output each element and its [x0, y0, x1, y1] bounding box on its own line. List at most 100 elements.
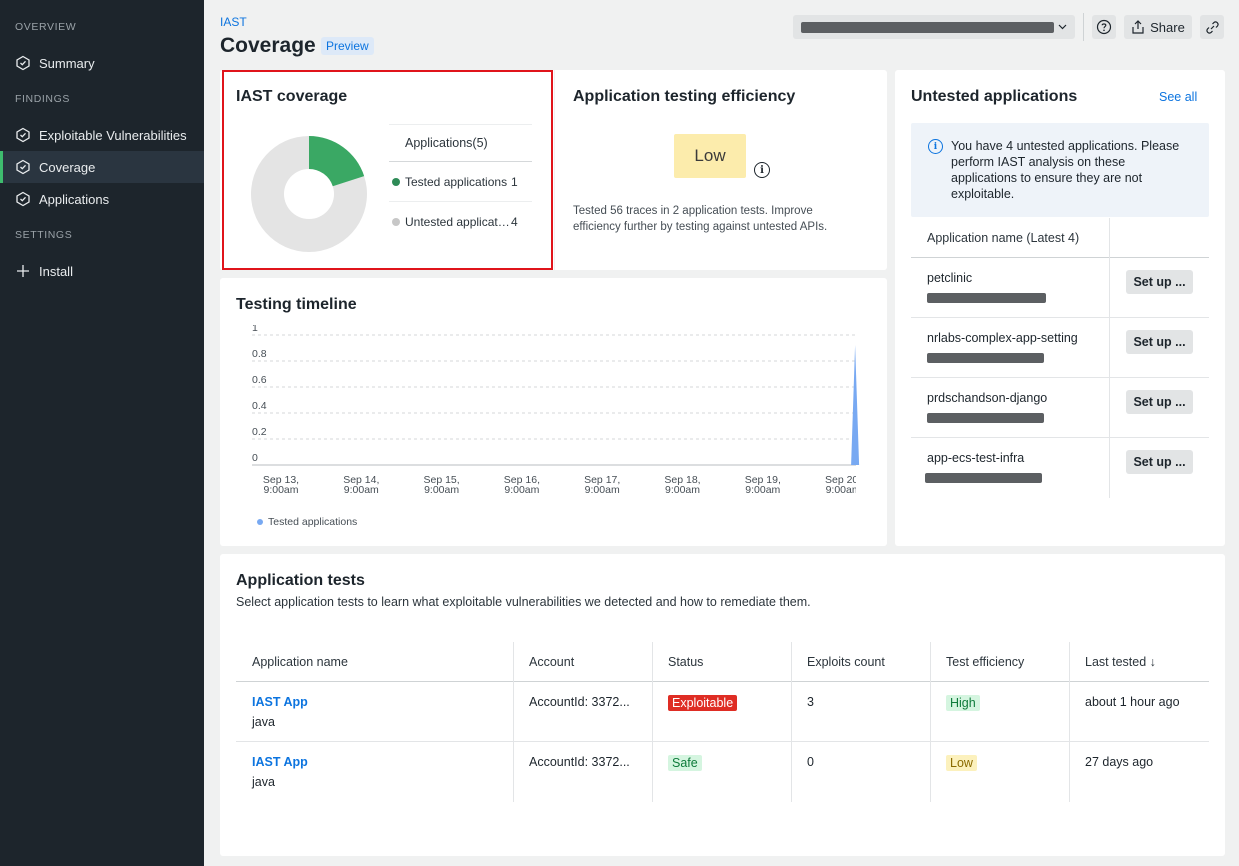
x-tick-label: Sep 20, 9:00am [825, 474, 861, 496]
legend-item-tested[interactable]: Tested applications 1 [389, 162, 532, 202]
sidebar-item-coverage[interactable]: Coverage [0, 151, 204, 183]
x-tick-label: Sep 18, 9:00am [664, 474, 700, 496]
app-name-link[interactable]: IAST App [252, 695, 308, 709]
column-divider [1069, 642, 1070, 802]
sidebar-item-applications[interactable]: Applications [0, 183, 204, 215]
y-tick-label: 0.2 [252, 426, 267, 438]
column-header-app-name: Application name (Latest 4) [927, 231, 1080, 245]
status-badge: Exploitable [668, 695, 738, 711]
account-id: AccountId: 3372... [529, 695, 630, 709]
column-header-last-tested[interactable]: Last tested ↓ [1085, 642, 1156, 682]
preview-badge: Preview [321, 37, 374, 55]
setup-button[interactable]: Set up ... [1126, 450, 1193, 474]
breadcrumb[interactable]: IAST [220, 15, 247, 29]
x-tick-label: Sep 19, 9:00am [745, 474, 781, 496]
question-icon [1096, 19, 1112, 35]
last-tested: 27 days ago [1085, 755, 1154, 769]
x-tick-label: Sep 15, 9:00am [423, 474, 459, 496]
untested-app-name: nrlabs-complex-app-setting [927, 331, 1078, 345]
sidebar-item-label: Coverage [39, 159, 96, 175]
x-tick-label: Sep 16, 9:00am [504, 474, 540, 496]
column-divider [513, 642, 514, 802]
app-language: java [252, 775, 275, 789]
legend-count-tested: 1 [511, 174, 518, 189]
sidebar-item-label: Applications [39, 191, 110, 207]
setup-button[interactable]: Set up ... [1126, 330, 1193, 354]
timeline-title: Testing timeline [236, 296, 357, 313]
timeline-legend: Tested applications [257, 516, 357, 528]
column-divider [652, 642, 653, 802]
y-tick-label: 0.6 [252, 374, 267, 386]
column-header-exploits-count[interactable]: Exploits count [807, 642, 885, 682]
efficiency-title: Application testing efficiency [573, 88, 796, 105]
column-header-application-name[interactable]: Application name [252, 642, 348, 682]
sidebar: OVERVIEW Summary FINDINGS Exploitable Vu… [0, 0, 204, 866]
y-tick-label: 0 [252, 452, 258, 464]
status-badge: Safe [668, 755, 702, 771]
shield-icon [15, 55, 31, 71]
sidebar-item-exploitable-vulnerabilities[interactable]: Exploitable Vulnerabilities [0, 119, 204, 151]
info-icon[interactable]: i [754, 162, 770, 178]
y-tick-label: 0.4 [252, 400, 267, 412]
column-header-account[interactable]: Account [529, 642, 574, 682]
see-all-link[interactable]: See all [1159, 90, 1197, 104]
legend-count-untested: 4 [511, 215, 518, 229]
coverage-title: IAST coverage [236, 88, 348, 105]
copy-link-button[interactable] [1200, 15, 1224, 39]
column-header-test-efficiency[interactable]: Test efficiency [946, 642, 1024, 682]
legend-dot-tested [257, 519, 263, 525]
timeline-legend-label: Tested applications [268, 516, 358, 528]
page-title: Coverage [220, 34, 316, 57]
info-icon: i [928, 139, 943, 154]
legend-dot-untested [392, 218, 400, 226]
header-divider [1083, 13, 1084, 41]
setup-button[interactable]: Set up ... [1126, 270, 1193, 294]
account-selector[interactable] [793, 15, 1075, 39]
column-divider [791, 642, 792, 802]
column-divider [930, 642, 931, 802]
sidebar-section-findings: FINDINGS [15, 93, 70, 105]
column-header-status[interactable]: Status [668, 642, 703, 682]
sidebar-section-overview: OVERVIEW [15, 21, 77, 33]
share-label: Share [1150, 19, 1185, 35]
help-button[interactable] [1092, 15, 1116, 39]
card-divider [554, 70, 555, 270]
area-series-tested-applications [851, 345, 860, 465]
setup-button[interactable]: Set up ... [1126, 390, 1193, 414]
untested-app-name: petclinic [927, 271, 973, 285]
untested-title: Untested applications [911, 88, 1078, 105]
x-tick-label: Sep 17, 9:00am [584, 474, 620, 496]
sidebar-item-summary[interactable]: Summary [0, 47, 204, 79]
legend-item-untested[interactable]: Untested applications 4 [389, 202, 532, 242]
y-tick-label: 1 [252, 325, 258, 334]
efficiency-level-badge: Low [674, 134, 746, 178]
chevron-down-icon [1058, 24, 1067, 30]
untested-table-header: Application name (Latest 4) [911, 218, 1209, 258]
sidebar-item-label: Exploitable Vulnerabilities [39, 127, 187, 143]
untested-banner-text: You have 4 untested applications. Please… [951, 139, 1180, 201]
y-tick-label: 0.8 [252, 348, 267, 360]
coverage-donut-chart [251, 136, 367, 252]
sidebar-section-settings: SETTINGS [15, 229, 73, 241]
shield-icon [15, 159, 31, 175]
exploits-count: 0 [807, 755, 814, 769]
redacted-app-id [927, 293, 1046, 303]
table-row-divider [236, 741, 1209, 742]
share-icon [1131, 20, 1145, 34]
sidebar-item-install[interactable]: Install [0, 255, 204, 287]
untested-info-banner: i You have 4 untested applications. Plea… [911, 123, 1209, 217]
plus-icon [15, 263, 31, 279]
application-tests-title: Application tests [236, 572, 365, 589]
app-name-link[interactable]: IAST App [252, 755, 308, 769]
efficiency-badge: High [946, 695, 980, 711]
testing-timeline-chart: 1 0.8 0.6 0.4 0.2 0 Sep 13, 9:00am Sep 14, 9:00am… [252, 325, 861, 496]
share-button[interactable]: Share [1124, 15, 1192, 39]
redacted-app-id [927, 353, 1044, 363]
last-tested: about 1 hour ago [1085, 695, 1180, 709]
redacted-account [801, 21, 1054, 33]
link-icon [1205, 20, 1220, 35]
account-id: AccountId: 3372... [529, 755, 630, 769]
untested-app-name: app-ecs-test-infra [927, 451, 1025, 465]
donut-slice-tested [309, 136, 365, 187]
efficiency-description: Tested 56 traces in 2 application tests.… [573, 205, 828, 233]
